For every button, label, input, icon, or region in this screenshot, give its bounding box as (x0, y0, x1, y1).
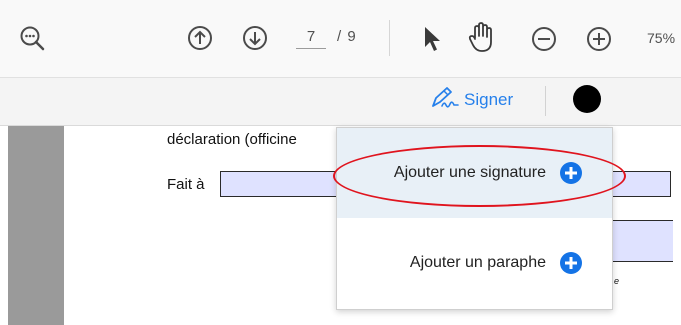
document-text-line: déclaration (officine (167, 131, 297, 148)
zoom-search-icon[interactable] (19, 25, 45, 51)
zoom-level[interactable]: 75% (647, 28, 675, 48)
sign-toolbar-divider (545, 86, 546, 116)
arrow-down-icon[interactable] (242, 25, 268, 51)
hand-icon[interactable] (467, 22, 495, 54)
add-circle-icon (560, 252, 582, 274)
document-text-line: Fait à (167, 176, 205, 193)
page-total-label: / 9 (337, 28, 357, 45)
zoom-in-icon[interactable] (586, 26, 612, 52)
left-margin (0, 126, 8, 325)
signer-label: Signer (464, 90, 514, 109)
zoom-out-icon[interactable] (531, 26, 557, 52)
menu-item-label: Ajouter un paraphe (409, 254, 546, 271)
toolbar-divider (389, 20, 390, 56)
menu-item-add-signature[interactable]: Ajouter une signature (337, 128, 612, 218)
page-number-input[interactable]: 7 (296, 27, 326, 49)
arrow-up-icon[interactable] (187, 25, 213, 51)
document-text-fragment: e (614, 276, 620, 286)
ink-color-swatch[interactable] (573, 85, 601, 113)
menu-item-add-initials[interactable]: Ajouter un paraphe (337, 218, 612, 308)
signer-button[interactable]: Signer (430, 86, 514, 115)
signature-menu: Ajouter une signature Ajouter un paraphe (336, 127, 613, 310)
page-gutter (8, 126, 64, 325)
add-circle-icon (560, 162, 582, 184)
pen-signature-icon (430, 86, 460, 115)
menu-item-label: Ajouter une signature (393, 164, 546, 181)
pointer-icon[interactable] (421, 25, 443, 53)
form-field[interactable] (611, 220, 673, 262)
